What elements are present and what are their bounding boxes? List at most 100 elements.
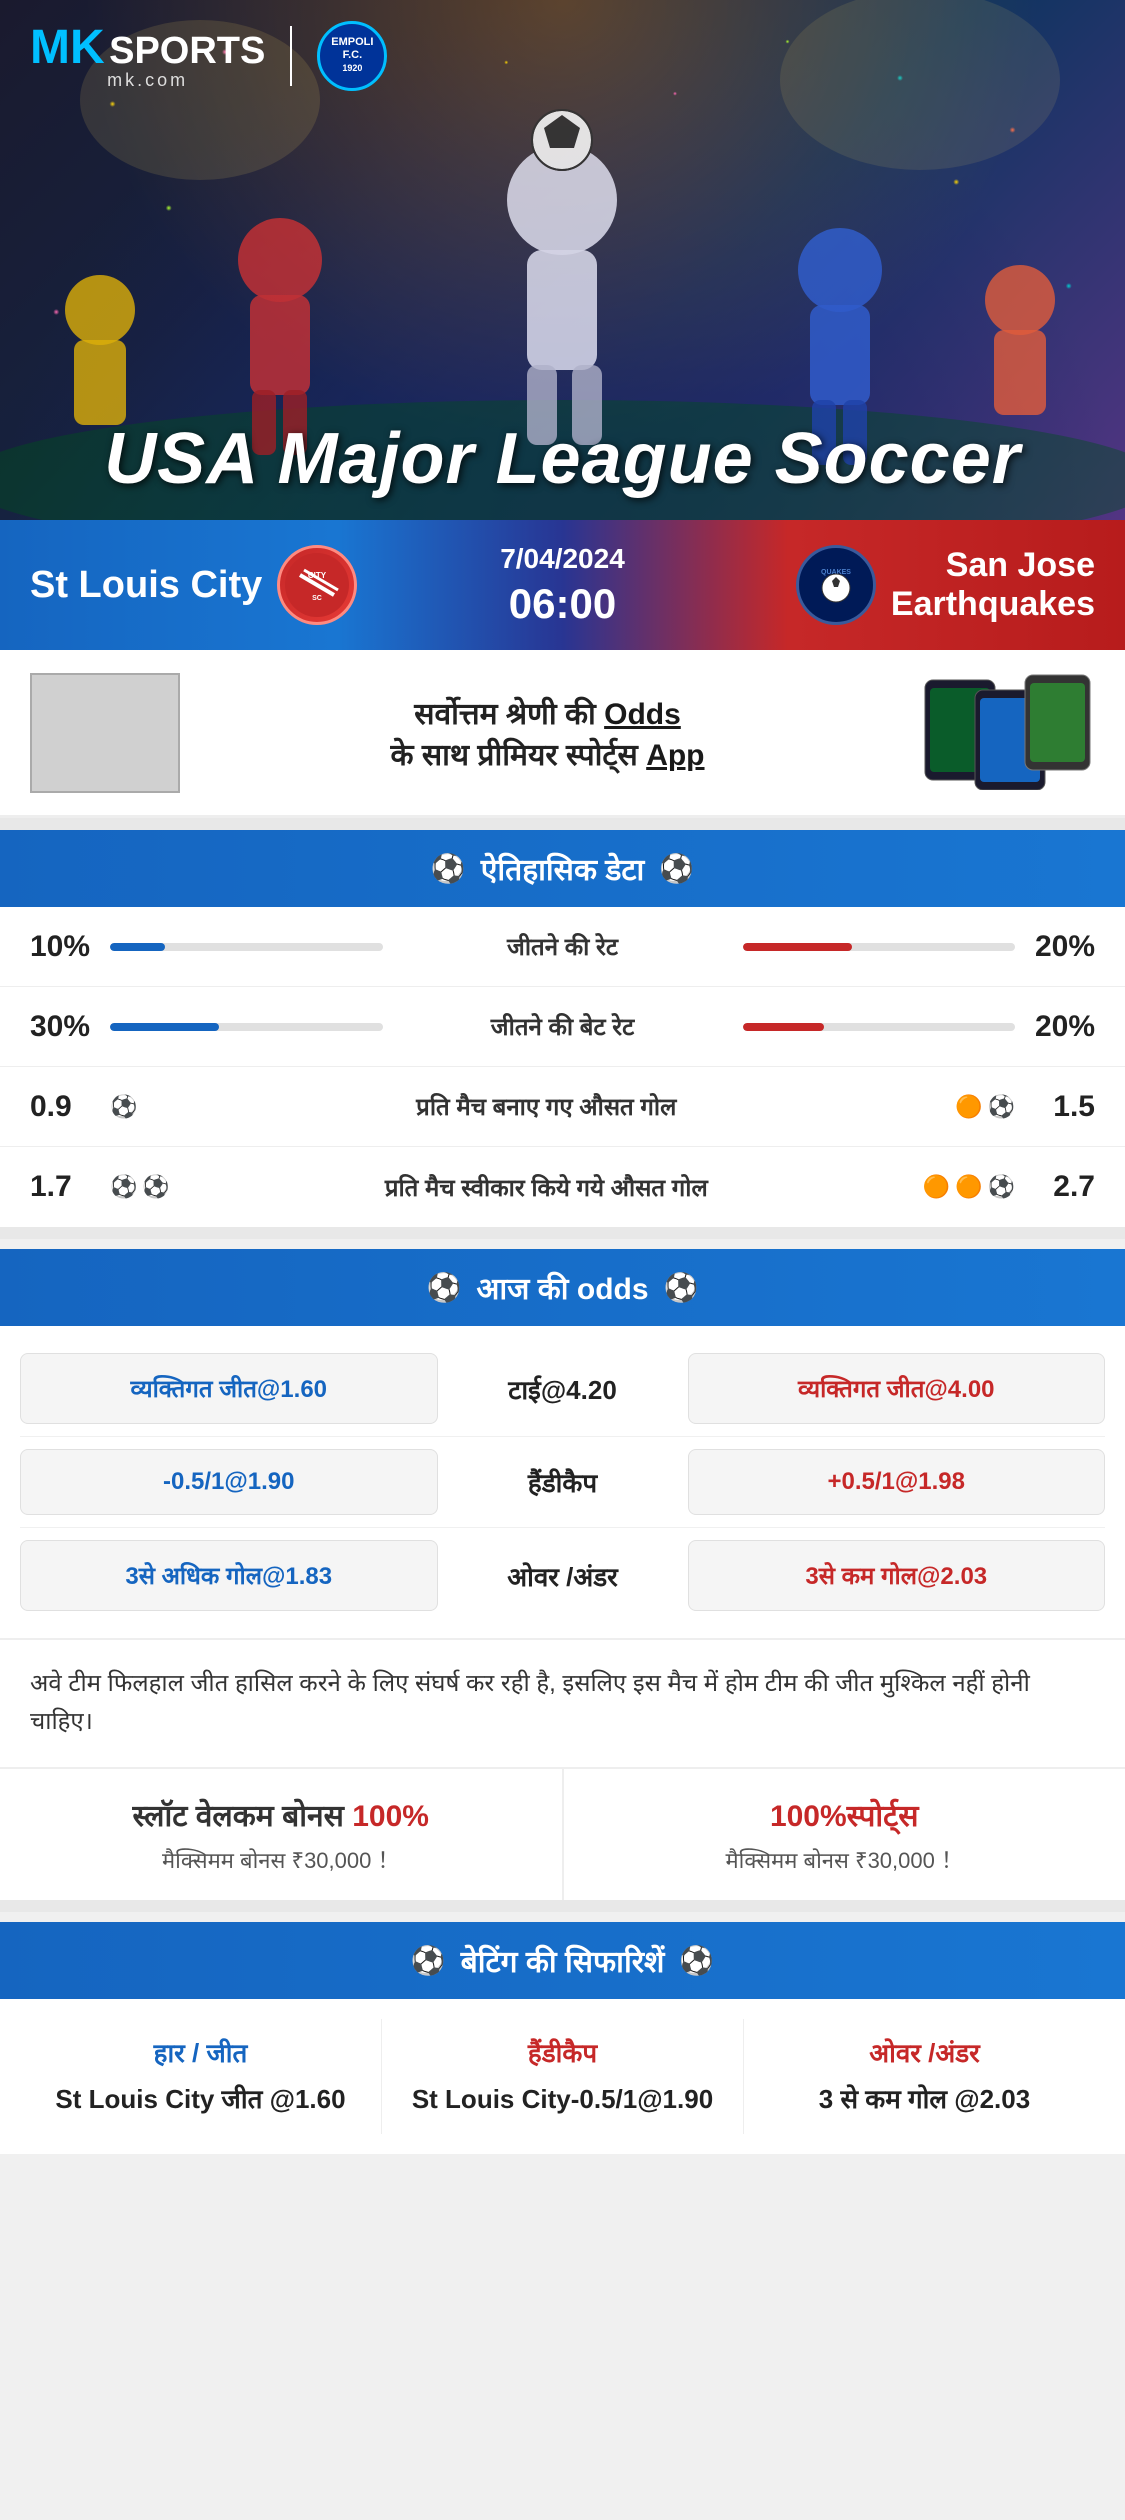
stat-row-avg-conceded: 1.7 ⚽ ⚽ प्रति मैच स्वीकार किये गये औसत ग…	[0, 1147, 1125, 1227]
odds-right-3[interactable]: 3से कम गोल@2.03	[688, 1540, 1106, 1611]
ball-red-5: ⚽	[988, 1174, 1015, 1200]
page-title: USA Major League Soccer	[0, 418, 1125, 500]
match-time: 06:00	[509, 580, 616, 628]
empoli-logo: EMPOLIF.C.1920	[317, 21, 387, 91]
promo-banner[interactable]: सर्वोत्तम श्रेणी की Odds के साथ प्रीमियर…	[0, 650, 1125, 818]
odds-center-1: टाई@4.20	[453, 1371, 673, 1407]
rec-type-2: हैंडीकैप	[392, 2034, 733, 2070]
soccer-icon-right: ⚽	[659, 852, 694, 885]
bonus-slot-title-text: स्लॉट वेलकम बोनस	[133, 1800, 344, 1833]
gap-3	[0, 1900, 1125, 1912]
match-center: 7/04/2024 06:00	[463, 543, 663, 628]
rec-col-3: ओवर /अंडर 3 से कम गोल @2.03	[744, 2019, 1105, 2134]
bar-fill-left-2	[110, 1023, 219, 1031]
gap-1	[0, 818, 1125, 830]
rec-value-2: St Louis City-0.5/1@1.90	[392, 2080, 733, 2119]
gap-2	[0, 1227, 1125, 1239]
bonus-sports-card[interactable]: 100%स्पोर्ट्स मैक्सिमम बोनस ₹30,000 ！	[564, 1769, 1125, 1900]
promo-app: App	[646, 739, 704, 772]
odds-right-1[interactable]: व्यक्तिगत जीत@4.00	[688, 1353, 1106, 1424]
bonus-sports-title: 100%स्पोर्ट्स	[584, 1794, 1106, 1835]
soccer-icon-recs-left: ⚽	[411, 1944, 446, 1977]
stat-right-win-rate: 20%	[1015, 930, 1095, 964]
ball-red-3: 🟠	[923, 1174, 950, 1200]
analysis-text: अवे टीम फिलहाल जीत हासिल करने के लिए संघ…	[0, 1638, 1125, 1767]
ball-icons-right-2: 🟠 🟠 ⚽	[923, 1174, 1015, 1200]
ball-red-1: 🟠	[955, 1094, 982, 1120]
rec-value-3: 3 से कम गोल @2.03	[754, 2080, 1095, 2119]
hero-title-area: USA Major League Soccer	[0, 418, 1125, 500]
betting-recs-title: बेटिंग की सिफारिशें	[461, 1940, 665, 1981]
rec-value-1: St Louis City जीत @1.60	[30, 2080, 371, 2119]
stat-right-bet-rate: 20%	[1015, 1010, 1095, 1044]
stat-bar-right-bet-rate	[743, 1023, 1016, 1031]
promo-phones	[915, 670, 1095, 795]
stat-left-bet-rate: 30%	[30, 1010, 110, 1044]
soccer-icon-left: ⚽	[431, 852, 466, 885]
bonus-section: स्लॉट वेलकम बोनस 100% मैक्सिमम बोनस ₹30,…	[0, 1767, 1125, 1900]
soccer-icon-odds-left: ⚽	[427, 1271, 462, 1304]
bonus-sports-sub: मैक्सिमम बोनस ₹30,000 ！	[584, 1843, 1106, 1875]
team-left: St Louis City CITY SC	[30, 545, 463, 625]
odds-right-2[interactable]: +0.5/1@1.98	[688, 1449, 1106, 1515]
stat-label-1: जीतने की रेट	[403, 930, 723, 963]
promo-line1: सर्वोत्तम श्रेणी की	[414, 698, 596, 731]
stat-label-2: जीतने की बेट रेट	[403, 1010, 723, 1043]
odds-center-3: ओवर /अंडर	[453, 1558, 673, 1594]
bar-track-right-2	[743, 1023, 1016, 1031]
stat-right-avg-goals: 1.5	[1015, 1090, 1095, 1124]
odds-title: आज की odds	[476, 1267, 648, 1308]
bar-fill-left-1	[110, 943, 165, 951]
ball-icons-left-2: ⚽ ⚽	[110, 1174, 170, 1200]
stlouis-team-logo: CITY SC	[277, 545, 357, 625]
ball-blue-1: ⚽	[110, 1094, 137, 1120]
stat-row-bet-rate: 30% जीतने की बेट रेट 20%	[0, 987, 1125, 1067]
stat-bar-left-win-rate	[110, 943, 383, 951]
rec-col-1: हार / जीत St Louis City जीत @1.60	[20, 2019, 382, 2134]
stat-row-win-rate: 10% जीतने की रेट 20%	[0, 907, 1125, 987]
stat-left-win-rate: 10%	[30, 930, 110, 964]
odds-row-3: 3से अधिक गोल@1.83 ओवर /अंडर 3से कम गोल@2…	[20, 1528, 1105, 1623]
bar-fill-right-2	[743, 1023, 825, 1031]
ball-red-4: 🟠	[955, 1174, 982, 1200]
stat-left-avg-goals: 0.9	[30, 1090, 110, 1124]
soccer-icon-odds-right: ⚽	[664, 1271, 699, 1304]
team-right-name: San Jose Earthquakes	[891, 546, 1095, 624]
bonus-slot-sub-text: मैक्सिमम बोनस ₹30,000 ！	[162, 1848, 399, 1873]
odds-row-2: -0.5/1@1.90 हैंडीकैप +0.5/1@1.98	[20, 1437, 1105, 1528]
bonus-slot-sub: मैक्सिमम बोनस ₹30,000 ！	[20, 1843, 542, 1875]
bonus-slot-percent: 100%	[352, 1800, 429, 1833]
historical-header: ⚽ ऐतिहासिक डेटा ⚽	[0, 830, 1125, 907]
team-left-name: St Louis City	[30, 564, 262, 607]
stat-left-avg-conceded: 1.7	[30, 1170, 110, 1204]
ball-icons-right-1: 🟠 ⚽	[955, 1094, 1015, 1120]
historical-data-section: ⚽ ऐतिहासिक डेटा ⚽ 10% जीतने की रेट 20% 3…	[0, 830, 1125, 1227]
match-banner: St Louis City CITY SC 7/04/2024 06:00 QU…	[0, 520, 1125, 650]
betting-recs-header: ⚽ बेटिंग की सिफारिशें ⚽	[0, 1922, 1125, 1999]
rec-type-3: ओवर /अंडर	[754, 2034, 1095, 2070]
ball-red-2: ⚽	[988, 1094, 1015, 1120]
mk-logo: MK SPORTS mk.com	[30, 20, 265, 91]
bonus-slot-card[interactable]: स्लॉट वेलकम बोनस 100% मैक्सिमम बोनस ₹30,…	[0, 1769, 564, 1900]
match-date: 7/04/2024	[500, 543, 625, 575]
promo-odds: Odds	[604, 698, 681, 731]
bar-track-right-1	[743, 943, 1016, 951]
rec-type-1: हार / जीत	[30, 2034, 371, 2070]
odds-left-3[interactable]: 3से अधिक गोल@1.83	[20, 1540, 438, 1611]
promo-text: सर्वोत्तम श्रेणी की Odds के साथ प्रीमियर…	[200, 692, 895, 774]
logo-area: MK SPORTS mk.com EMPOLIF.C.1920	[30, 20, 387, 91]
odds-left-1[interactable]: व्यक्तिगत जीत@1.60	[20, 1353, 438, 1424]
promo-line2: के साथ प्रीमियर स्पोर्ट्स	[390, 739, 637, 772]
odds-left-2[interactable]: -0.5/1@1.90	[20, 1449, 438, 1515]
promo-image-placeholder	[30, 673, 180, 793]
odds-row-1: व्यक्तिगत जीत@1.60 टाई@4.20 व्यक्तिगत जी…	[20, 1341, 1105, 1437]
odds-header: ⚽ आज की odds ⚽	[0, 1249, 1125, 1326]
bar-fill-right-1	[743, 943, 852, 951]
stat-label-4: प्रति मैच स्वीकार किये गये औसत गोल	[170, 1171, 923, 1204]
stat-label-3: प्रति मैच बनाए गए औसत गोल	[137, 1090, 955, 1123]
rec-col-2: हैंडीकैप St Louis City-0.5/1@1.90	[382, 2019, 744, 2134]
ball-blue-3: ⚽	[142, 1174, 169, 1200]
historical-title: ऐतिहासिक डेटा	[481, 848, 645, 889]
vertical-divider	[290, 26, 292, 86]
stat-right-avg-conceded: 2.7	[1015, 1170, 1095, 1204]
